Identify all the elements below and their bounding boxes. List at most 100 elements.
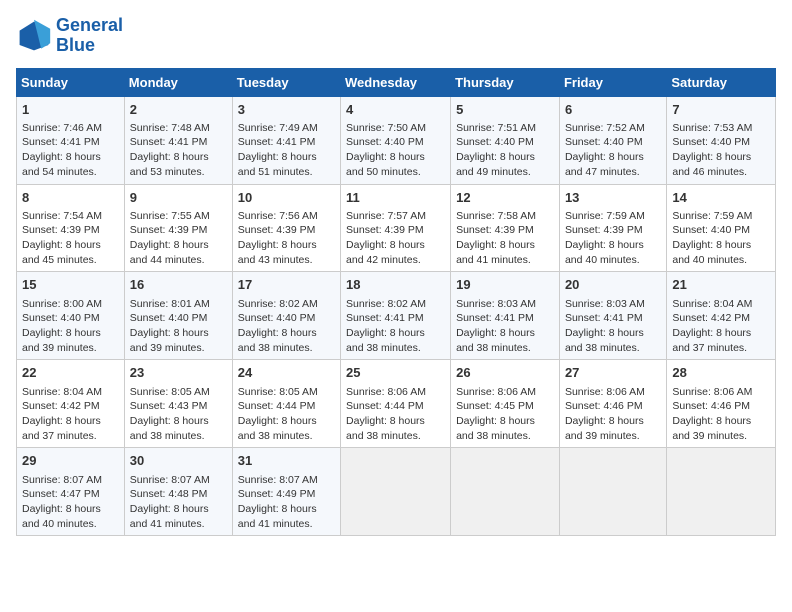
calendar-cell: 4 Sunrise: 7:50 AM Sunset: 4:40 PM Daylig… bbox=[341, 96, 451, 184]
logo: General Blue bbox=[16, 16, 123, 56]
calendar-cell bbox=[667, 448, 776, 536]
day-info: Sunrise: 8:04 AM Sunset: 4:42 PM Dayligh… bbox=[672, 297, 770, 356]
calendar-cell: 21 Sunrise: 8:04 AM Sunset: 4:42 PM Dayli… bbox=[667, 272, 776, 360]
day-info: Sunrise: 8:01 AM Sunset: 4:40 PM Dayligh… bbox=[130, 297, 227, 356]
day-info: Sunrise: 8:06 AM Sunset: 4:46 PM Dayligh… bbox=[672, 385, 770, 444]
calendar-cell: 6 Sunrise: 7:52 AM Sunset: 4:40 PM Daylig… bbox=[559, 96, 666, 184]
day-info: Sunrise: 7:46 AM Sunset: 4:41 PM Dayligh… bbox=[22, 121, 119, 180]
day-number: 6 bbox=[565, 101, 661, 119]
day-number: 11 bbox=[346, 189, 445, 207]
calendar-cell: 28 Sunrise: 8:06 AM Sunset: 4:46 PM Dayli… bbox=[667, 360, 776, 448]
calendar-cell: 2 Sunrise: 7:48 AM Sunset: 4:41 PM Daylig… bbox=[124, 96, 232, 184]
day-number: 13 bbox=[565, 189, 661, 207]
day-number: 21 bbox=[672, 276, 770, 294]
day-info: Sunrise: 7:57 AM Sunset: 4:39 PM Dayligh… bbox=[346, 209, 445, 268]
calendar-cell: 23 Sunrise: 8:05 AM Sunset: 4:43 PM Dayli… bbox=[124, 360, 232, 448]
day-info: Sunrise: 8:06 AM Sunset: 4:45 PM Dayligh… bbox=[456, 385, 554, 444]
day-info: Sunrise: 8:02 AM Sunset: 4:40 PM Dayligh… bbox=[238, 297, 335, 356]
day-number: 29 bbox=[22, 452, 119, 470]
day-number: 7 bbox=[672, 101, 770, 119]
day-info: Sunrise: 8:07 AM Sunset: 4:48 PM Dayligh… bbox=[130, 473, 227, 532]
day-info: Sunrise: 8:07 AM Sunset: 4:47 PM Dayligh… bbox=[22, 473, 119, 532]
day-info: Sunrise: 7:59 AM Sunset: 4:39 PM Dayligh… bbox=[565, 209, 661, 268]
day-number: 1 bbox=[22, 101, 119, 119]
day-number: 3 bbox=[238, 101, 335, 119]
calendar-cell bbox=[451, 448, 560, 536]
calendar-cell: 11 Sunrise: 7:57 AM Sunset: 4:39 PM Dayli… bbox=[341, 184, 451, 272]
calendar-cell: 12 Sunrise: 7:58 AM Sunset: 4:39 PM Dayli… bbox=[451, 184, 560, 272]
weekday-header-saturday: Saturday bbox=[667, 68, 776, 96]
day-info: Sunrise: 8:03 AM Sunset: 4:41 PM Dayligh… bbox=[456, 297, 554, 356]
calendar-cell: 10 Sunrise: 7:56 AM Sunset: 4:39 PM Dayli… bbox=[232, 184, 340, 272]
day-info: Sunrise: 7:56 AM Sunset: 4:39 PM Dayligh… bbox=[238, 209, 335, 268]
day-number: 2 bbox=[130, 101, 227, 119]
day-info: Sunrise: 8:06 AM Sunset: 4:44 PM Dayligh… bbox=[346, 385, 445, 444]
calendar-cell bbox=[559, 448, 666, 536]
day-info: Sunrise: 8:05 AM Sunset: 4:43 PM Dayligh… bbox=[130, 385, 227, 444]
calendar-cell: 17Sunrise: 8:02 AM Sunset: 4:40 PM Dayli… bbox=[232, 272, 340, 360]
day-number: 5 bbox=[456, 101, 554, 119]
calendar-cell: 8 Sunrise: 7:54 AM Sunset: 4:39 PM Daylig… bbox=[17, 184, 125, 272]
calendar-cell: 16 Sunrise: 8:01 AM Sunset: 4:40 PM Dayli… bbox=[124, 272, 232, 360]
calendar-cell: 3 Sunrise: 7:49 AM Sunset: 4:41 PM Daylig… bbox=[232, 96, 340, 184]
calendar-cell: 24 Sunrise: 8:05 AM Sunset: 4:44 PM Dayli… bbox=[232, 360, 340, 448]
calendar-cell: 20Sunrise: 8:03 AM Sunset: 4:41 PM Dayli… bbox=[559, 272, 666, 360]
weekday-header-tuesday: Tuesday bbox=[232, 68, 340, 96]
calendar-cell: 13 Sunrise: 7:59 AM Sunset: 4:39 PM Dayli… bbox=[559, 184, 666, 272]
day-number: 26 bbox=[456, 364, 554, 382]
day-info: Sunrise: 7:58 AM Sunset: 4:39 PM Dayligh… bbox=[456, 209, 554, 268]
calendar-cell: 25Sunrise: 8:06 AM Sunset: 4:44 PM Dayli… bbox=[341, 360, 451, 448]
day-number: 8 bbox=[22, 189, 119, 207]
day-number: 30 bbox=[130, 452, 227, 470]
day-info: Sunrise: 8:07 AM Sunset: 4:49 PM Dayligh… bbox=[238, 473, 335, 532]
calendar-cell: 14 Sunrise: 7:59 AM Sunset: 4:40 PM Dayli… bbox=[667, 184, 776, 272]
day-number: 12 bbox=[456, 189, 554, 207]
calendar-cell: 31Sunrise: 8:07 AM Sunset: 4:49 PM Dayli… bbox=[232, 448, 340, 536]
calendar-cell: 15Sunrise: 8:00 AM Sunset: 4:40 PM Dayli… bbox=[17, 272, 125, 360]
day-number: 22 bbox=[22, 364, 119, 382]
day-number: 10 bbox=[238, 189, 335, 207]
page-header: General Blue bbox=[16, 16, 776, 56]
day-info: Sunrise: 8:05 AM Sunset: 4:44 PM Dayligh… bbox=[238, 385, 335, 444]
day-info: Sunrise: 7:50 AM Sunset: 4:40 PM Dayligh… bbox=[346, 121, 445, 180]
day-info: Sunrise: 8:06 AM Sunset: 4:46 PM Dayligh… bbox=[565, 385, 661, 444]
day-info: Sunrise: 8:02 AM Sunset: 4:41 PM Dayligh… bbox=[346, 297, 445, 356]
logo-icon bbox=[16, 18, 52, 54]
day-info: Sunrise: 7:53 AM Sunset: 4:40 PM Dayligh… bbox=[672, 121, 770, 180]
calendar-cell: 7 Sunrise: 7:53 AM Sunset: 4:40 PM Daylig… bbox=[667, 96, 776, 184]
day-number: 28 bbox=[672, 364, 770, 382]
calendar-cell: 5 Sunrise: 7:51 AM Sunset: 4:40 PM Daylig… bbox=[451, 96, 560, 184]
calendar-cell: 30 Sunrise: 8:07 AM Sunset: 4:48 PM Dayli… bbox=[124, 448, 232, 536]
calendar-cell: 1 Sunrise: 7:46 AM Sunset: 4:41 PM Daylig… bbox=[17, 96, 125, 184]
day-number: 24 bbox=[238, 364, 335, 382]
day-info: Sunrise: 7:49 AM Sunset: 4:41 PM Dayligh… bbox=[238, 121, 335, 180]
day-info: Sunrise: 7:51 AM Sunset: 4:40 PM Dayligh… bbox=[456, 121, 554, 180]
weekday-header-wednesday: Wednesday bbox=[341, 68, 451, 96]
calendar-cell: 26 Sunrise: 8:06 AM Sunset: 4:45 PM Dayli… bbox=[451, 360, 560, 448]
day-info: Sunrise: 7:52 AM Sunset: 4:40 PM Dayligh… bbox=[565, 121, 661, 180]
day-info: Sunrise: 8:00 AM Sunset: 4:40 PM Dayligh… bbox=[22, 297, 119, 356]
weekday-header-sunday: Sunday bbox=[17, 68, 125, 96]
calendar-cell: 22 Sunrise: 8:04 AM Sunset: 4:42 PM Dayli… bbox=[17, 360, 125, 448]
calendar-cell: 29 Sunrise: 8:07 AM Sunset: 4:47 PM Dayli… bbox=[17, 448, 125, 536]
day-number: 14 bbox=[672, 189, 770, 207]
day-number: 9 bbox=[130, 189, 227, 207]
calendar-cell: 9Sunrise: 7:55 AM Sunset: 4:39 PM Daylig… bbox=[124, 184, 232, 272]
day-info: Sunrise: 7:48 AM Sunset: 4:41 PM Dayligh… bbox=[130, 121, 227, 180]
day-number: 19 bbox=[456, 276, 554, 294]
calendar-cell: 27Sunrise: 8:06 AM Sunset: 4:46 PM Dayli… bbox=[559, 360, 666, 448]
day-info: Sunrise: 7:54 AM Sunset: 4:39 PM Dayligh… bbox=[22, 209, 119, 268]
calendar-cell: 18Sunrise: 8:02 AM Sunset: 4:41 PM Dayli… bbox=[341, 272, 451, 360]
day-number: 16 bbox=[130, 276, 227, 294]
calendar-table: SundayMondayTuesdayWednesdayThursdayFrid… bbox=[16, 68, 776, 537]
day-info: Sunrise: 8:04 AM Sunset: 4:42 PM Dayligh… bbox=[22, 385, 119, 444]
logo-text: General Blue bbox=[56, 16, 123, 56]
weekday-header-friday: Friday bbox=[559, 68, 666, 96]
day-info: Sunrise: 7:59 AM Sunset: 4:40 PM Dayligh… bbox=[672, 209, 770, 268]
day-number: 23 bbox=[130, 364, 227, 382]
calendar-cell: 19 Sunrise: 8:03 AM Sunset: 4:41 PM Dayli… bbox=[451, 272, 560, 360]
day-number: 4 bbox=[346, 101, 445, 119]
day-number: 20 bbox=[565, 276, 661, 294]
calendar-cell bbox=[341, 448, 451, 536]
weekday-header-monday: Monday bbox=[124, 68, 232, 96]
